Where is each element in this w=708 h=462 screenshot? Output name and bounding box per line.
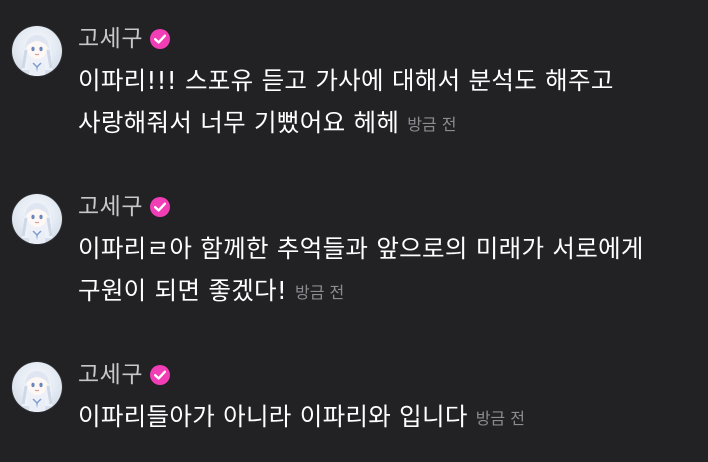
verified-check-icon — [149, 364, 171, 386]
chat-message: 고세구 이파리ㄹ아 함께한 추억들과 앞으로의 미래가 서로에게 구원이 되면 … — [0, 192, 708, 312]
timestamp: 방금 전 — [295, 283, 345, 302]
timestamp: 방금 전 — [475, 409, 525, 428]
message-body: 이파리!!! 스포유 듣고 가사에 대해서 분석도 해주고 사랑해줘서 너무 기… — [78, 60, 678, 146]
message-header: 고세구 — [78, 360, 171, 390]
verified-check-icon — [149, 28, 171, 50]
user-avatar[interactable] — [12, 362, 62, 412]
verified-check-icon — [149, 196, 171, 218]
message-header: 고세구 — [78, 24, 171, 54]
anime-girl-avatar-icon — [21, 35, 53, 76]
user-avatar[interactable] — [12, 194, 62, 244]
anime-girl-avatar-icon — [21, 203, 53, 244]
nickname[interactable]: 고세구 — [78, 24, 143, 54]
nickname[interactable]: 고세구 — [78, 360, 143, 390]
message-text: 이파리들아가 아니라 이파리와 입니다 — [78, 402, 468, 431]
timestamp: 방금 전 — [407, 115, 457, 134]
message-header: 고세구 — [78, 192, 171, 222]
message-text: 이파리ㄹ아 함께한 추억들과 앞으로의 미래가 서로에게 구원이 되면 좋겠다! — [78, 234, 644, 305]
user-avatar[interactable] — [12, 26, 62, 76]
message-body: 이파리들아가 아니라 이파리와 입니다 방금 전 — [78, 396, 678, 440]
message-text: 이파리!!! 스포유 듣고 가사에 대해서 분석도 해주고 사랑해줘서 너무 기… — [78, 66, 614, 137]
chat-message: 고세구 이파리!!! 스포유 듣고 가사에 대해서 분석도 해주고 사랑해줘서 … — [0, 24, 708, 144]
message-body: 이파리ㄹ아 함께한 추억들과 앞으로의 미래가 서로에게 구원이 되면 좋겠다!… — [78, 228, 678, 314]
chat-message: 고세구 이파리들아가 아니라 이파리와 입니다 방금 전 — [0, 360, 708, 450]
anime-girl-avatar-icon — [21, 371, 53, 412]
nickname[interactable]: 고세구 — [78, 192, 143, 222]
chat-message-list: 고세구 이파리!!! 스포유 듣고 가사에 대해서 분석도 해주고 사랑해줘서 … — [0, 0, 708, 462]
